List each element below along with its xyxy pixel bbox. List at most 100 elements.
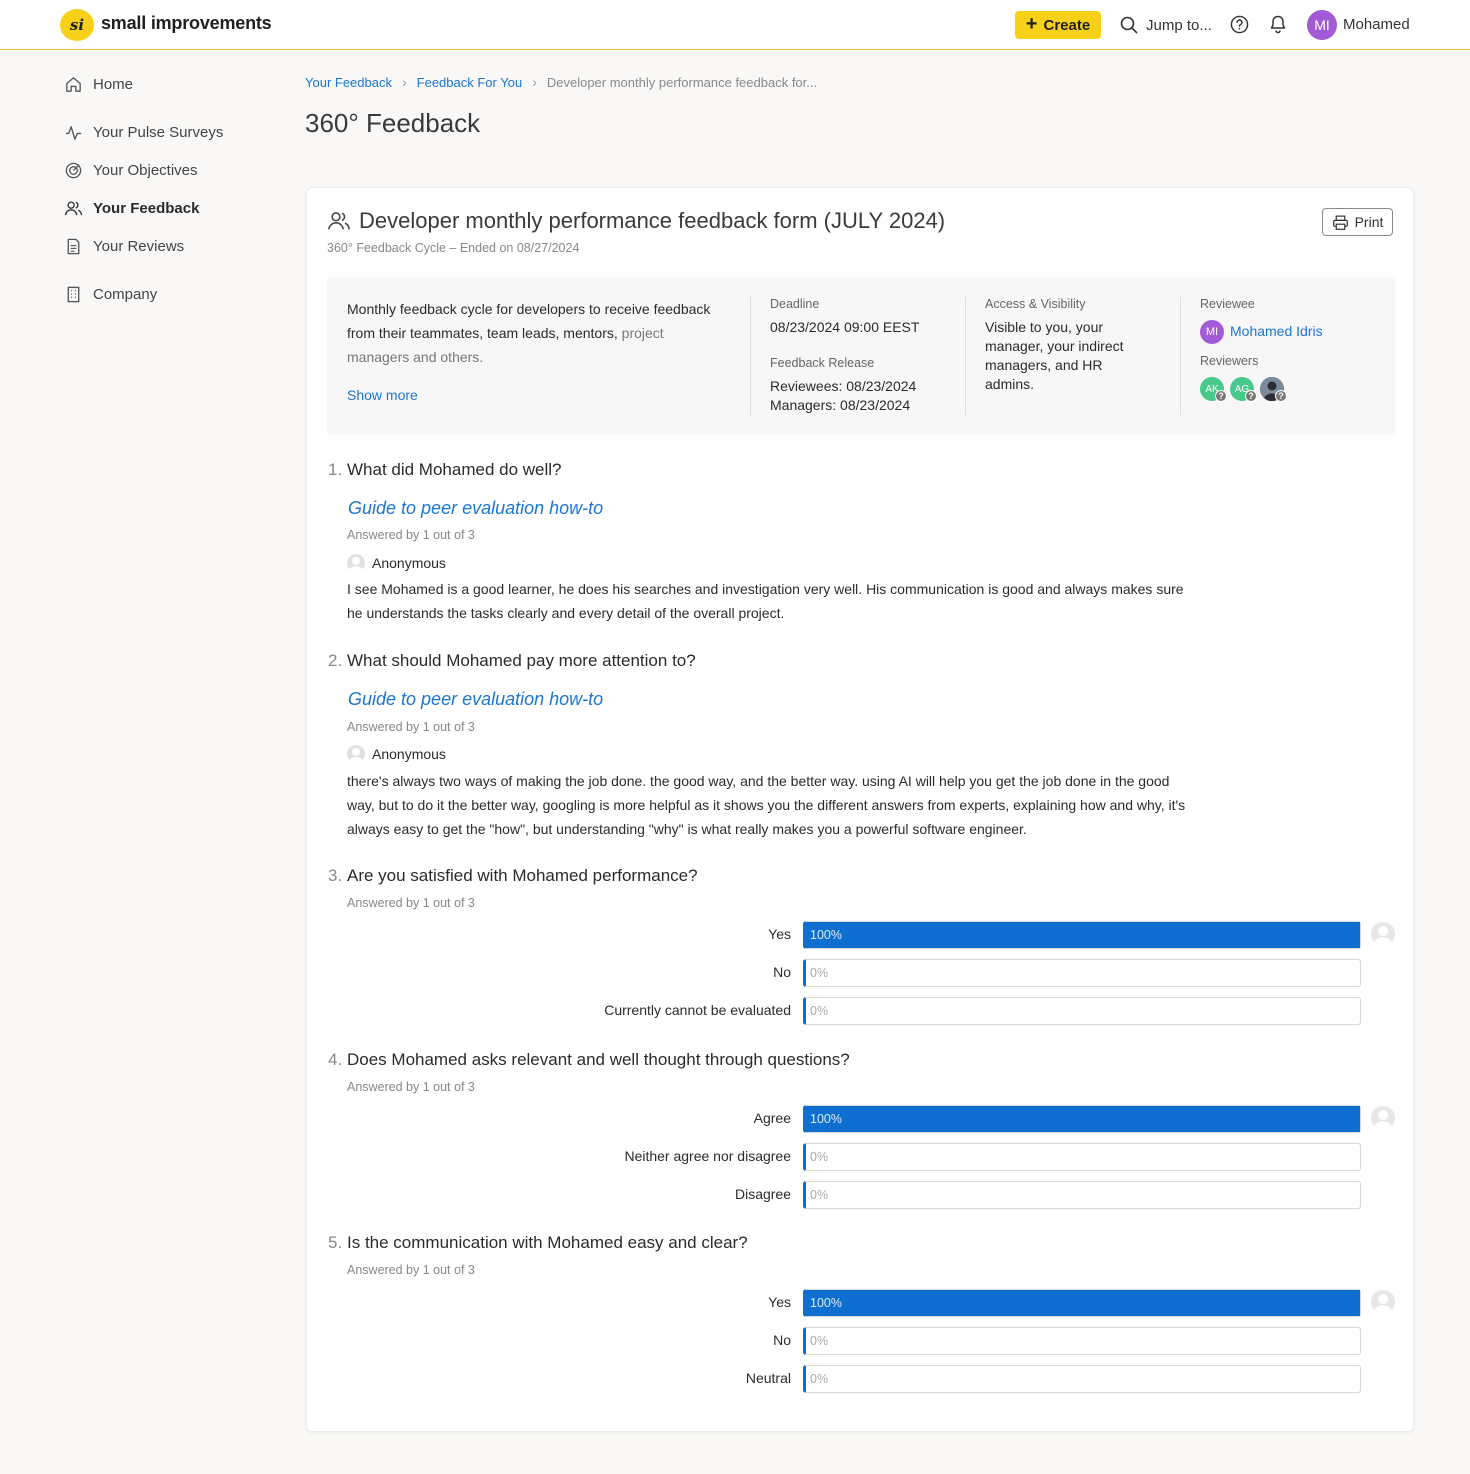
notifications-bell-icon[interactable]	[1268, 14, 1288, 34]
question-text: Is the communication with Mohamed easy a…	[347, 1233, 748, 1252]
result-bar-fill	[806, 922, 1360, 948]
breadcrumb-feedback-for-you[interactable]: Feedback For You	[417, 75, 523, 90]
breadcrumb-current: Developer monthly performance feedback f…	[546, 74, 818, 90]
unknown-status-icon: ?	[1245, 390, 1257, 402]
sidebar-item-home[interactable]: Home	[64, 72, 133, 96]
answer-author: Anonymous	[372, 746, 446, 762]
sidebar-item-label: Your Pulse Surveys	[93, 123, 224, 141]
answer-author: Anonymous	[372, 555, 446, 571]
question-number: 5.	[328, 1233, 343, 1252]
question-number: 3.	[328, 866, 343, 885]
divider	[750, 297, 751, 415]
question-text: What did Mohamed do well?	[347, 460, 562, 479]
cycle-info-box: Monthly feedback cycle for developers to…	[327, 277, 1395, 435]
plus-icon: +	[1025, 13, 1038, 35]
reviewee-label: Reviewee	[1200, 297, 1255, 311]
breadcrumb: Your Feedback › Feedback For You › Devel…	[305, 74, 817, 90]
print-button[interactable]: Print	[1322, 208, 1393, 236]
cycle-description: Monthly feedback cycle for developers to…	[347, 297, 727, 369]
sidebar-item-label: Home	[93, 75, 134, 93]
show-more-link[interactable]: Show more	[347, 387, 418, 403]
release-reviewees: Reviewees: 08/23/2024	[770, 378, 917, 394]
target-icon	[65, 162, 82, 178]
answered-count: Answered by 1 out of 3	[347, 896, 475, 910]
people-icon	[328, 212, 350, 230]
top-bar: si small improvements + Create Jump to..…	[0, 0, 1470, 50]
answered-count: Answered by 1 out of 3	[347, 720, 475, 734]
option-label: Disagree	[734, 1186, 791, 1202]
form-title: Developer monthly performance feedback f…	[359, 208, 946, 233]
result-bar: 0%	[803, 1365, 1361, 1393]
result-percent: 0%	[810, 1334, 829, 1348]
sidebar-item-company[interactable]: Company	[64, 282, 157, 306]
result-percent: 0%	[810, 966, 829, 980]
result-bar: 0%	[803, 1143, 1361, 1171]
breadcrumb-your-feedback[interactable]: Your Feedback	[305, 75, 392, 90]
access-label: Access & Visibility	[985, 297, 1086, 311]
result-bar: 100%	[803, 1289, 1361, 1317]
print-label: Print	[1354, 214, 1384, 230]
sidebar-item-pulse-surveys[interactable]: Your Pulse Surveys	[64, 120, 223, 144]
question-number: 1.	[328, 460, 343, 479]
home-icon	[66, 76, 81, 92]
divider	[1180, 297, 1181, 415]
result-percent: 0%	[810, 1372, 829, 1386]
deadline-value: 08/23/2024 09:00 EEST	[770, 319, 920, 335]
result-bar: 100%	[803, 921, 1361, 949]
guide-link[interactable]: Guide to peer evaluation how-to	[348, 498, 603, 519]
reviewee-name-link[interactable]: Mohamed Idris	[1230, 323, 1323, 339]
answer-text: there's always two ways of making the jo…	[347, 773, 1186, 837]
search-icon	[1120, 16, 1138, 34]
access-value: Visible to you, your manager, your indir…	[985, 319, 1124, 392]
jump-to-label: Jump to...	[1146, 16, 1212, 34]
printer-icon	[1332, 215, 1348, 230]
respondent-avatar-icon	[1371, 922, 1395, 946]
result-bar: 0%	[803, 997, 1361, 1025]
anonymous-avatar-icon	[347, 554, 365, 572]
option-label: Currently cannot be evaluated	[604, 1002, 791, 1018]
result-bar: 100%	[803, 1105, 1361, 1133]
option-label: Neutral	[745, 1370, 791, 1386]
logo-text[interactable]: small improvements	[101, 13, 272, 34]
feedback-card: Developer monthly performance feedback f…	[306, 187, 1414, 1432]
sidebar-item-label: Your Reviews	[93, 237, 185, 255]
respondent-avatar-icon	[1371, 1106, 1395, 1130]
guide-link[interactable]: Guide to peer evaluation how-to	[348, 689, 603, 710]
sidebar-item-reviews[interactable]: Your Reviews	[64, 234, 184, 258]
divider	[965, 297, 966, 415]
user-name[interactable]: Mohamed	[1343, 16, 1410, 33]
help-icon[interactable]	[1230, 15, 1249, 34]
answered-count: Answered by 1 out of 3	[347, 1263, 475, 1277]
option-label: Yes	[768, 1294, 791, 1310]
reviewee-avatar: MI	[1200, 320, 1224, 344]
result-percent: 0%	[810, 1150, 829, 1164]
user-avatar[interactable]: MI	[1307, 10, 1337, 40]
chevron-right-icon: ›	[401, 74, 407, 90]
deadline-label: Deadline	[770, 297, 820, 311]
result-percent: 0%	[810, 1004, 829, 1018]
question-text: Does Mohamed asks relevant and well thou…	[347, 1050, 850, 1069]
create-button[interactable]: + Create	[1015, 11, 1101, 39]
result-bar: 0%	[803, 1181, 1361, 1209]
logo-mark[interactable]: si	[60, 9, 94, 41]
question-number: 4.	[328, 1050, 343, 1069]
anonymous-avatar-icon	[347, 745, 365, 763]
respondent-avatar-icon	[1371, 1290, 1395, 1314]
page-title: 360° Feedback	[305, 108, 481, 138]
option-label: Yes	[768, 926, 791, 942]
form-subtitle: 360° Feedback Cycle – Ended on 08/27/202…	[327, 241, 580, 255]
result-percent: 100%	[810, 1296, 842, 1310]
building-icon	[67, 286, 80, 302]
answered-count: Answered by 1 out of 3	[347, 528, 475, 542]
people-icon	[64, 200, 83, 215]
sidebar-item-objectives[interactable]: Your Objectives	[64, 158, 198, 182]
result-bar: 0%	[803, 1327, 1361, 1355]
jump-to-search[interactable]: Jump to...	[1120, 14, 1212, 36]
create-button-label: Create	[1043, 16, 1091, 34]
form-title-row: Developer monthly performance feedback f…	[327, 208, 945, 234]
unknown-status-icon: ?	[1215, 390, 1227, 402]
answer-text: I see Mohamed is a good learner, he does…	[347, 581, 1184, 621]
question-number: 2.	[328, 651, 343, 670]
sidebar-item-feedback[interactable]: Your Feedback	[64, 196, 199, 220]
result-bar: 0%	[803, 959, 1361, 987]
